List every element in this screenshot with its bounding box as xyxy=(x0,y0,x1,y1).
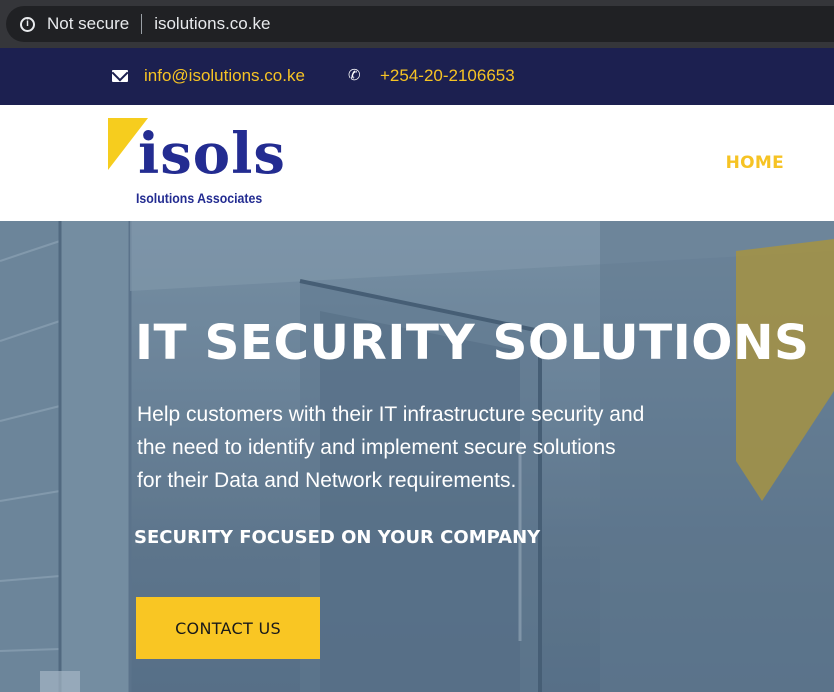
hero-section: IT SECURITY SOLUTIONS Help customers wit… xyxy=(0,221,834,692)
logo-wordmark: isols xyxy=(138,121,286,187)
site-logo[interactable]: isols Isolutions Associates xyxy=(108,118,285,208)
nav-home-link[interactable]: HOME xyxy=(726,153,784,173)
info-icon[interactable]: i xyxy=(20,16,35,32)
envelope-icon xyxy=(112,70,128,82)
security-indicator[interactable]: Not secure xyxy=(47,14,129,34)
hero-description-line: for their Data and Network requirements. xyxy=(137,469,517,492)
phone-link[interactable]: +254-20-2106653 xyxy=(380,66,515,86)
hero-tagline: SECURITY FOCUSED ON YOUR COMPANY xyxy=(134,527,541,548)
address-bar[interactable]: i Not secure isolutions.co.ke xyxy=(6,6,834,42)
browser-toolbar: i Not secure isolutions.co.ke xyxy=(0,0,834,48)
phone-icon: ✆ xyxy=(348,67,361,84)
url-divider xyxy=(141,14,143,34)
hero-description-line: Help customers with their IT infrastruct… xyxy=(137,403,645,426)
hero-description: Help customers with their IT infrastruct… xyxy=(137,398,697,497)
contact-topbar: info@isolutions.co.ke ✆ +254-20-2106653 xyxy=(0,48,834,105)
contact-us-button[interactable]: CONTACT US xyxy=(136,597,320,659)
email-link[interactable]: info@isolutions.co.ke xyxy=(144,66,305,86)
hero-title: IT SECURITY SOLUTIONS xyxy=(135,315,810,371)
logo-subtitle: Isolutions Associates xyxy=(136,190,263,206)
url-text[interactable]: isolutions.co.ke xyxy=(154,14,270,34)
site-header: isols Isolutions Associates HOME xyxy=(0,105,834,221)
hero-description-line: the need to identify and implement secur… xyxy=(137,436,616,459)
